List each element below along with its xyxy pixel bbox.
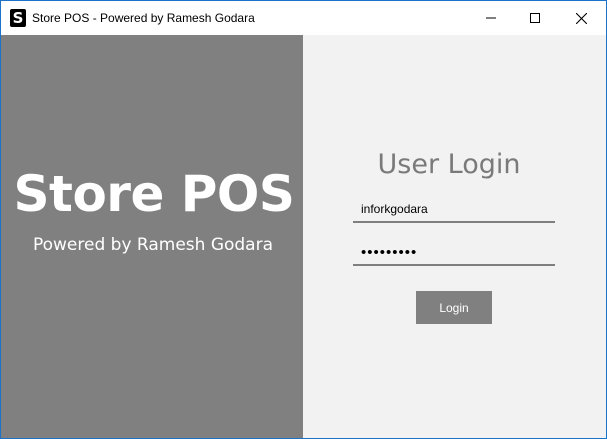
minimize-icon: [486, 17, 496, 19]
login-button[interactable]: Login: [416, 291, 492, 324]
close-icon: [575, 12, 587, 24]
title-bar[interactable]: S Store POS - Powered by Ramesh Godara: [1, 1, 606, 35]
password-field[interactable]: [353, 240, 555, 264]
login-panel: User Login Login: [303, 35, 606, 438]
maximize-button[interactable]: [512, 1, 558, 35]
brand-title: Store POS: [13, 165, 295, 223]
login-heading: User Login: [377, 149, 521, 180]
brand-subtitle: Powered by Ramesh Godara: [32, 235, 274, 255]
username-field-container: [353, 197, 555, 223]
brand-panel: Store POS Powered by Ramesh Godara: [1, 35, 303, 438]
username-field[interactable]: [353, 197, 555, 221]
app-logo-icon: S: [10, 9, 26, 27]
app-window: S Store POS - Powered by Ramesh Godara S…: [0, 0, 607, 439]
password-field-container: [353, 240, 555, 266]
minimize-button[interactable]: [468, 1, 514, 35]
maximize-icon: [530, 13, 540, 23]
window-title: Store POS - Powered by Ramesh Godara: [32, 11, 255, 25]
close-button[interactable]: [558, 1, 604, 35]
